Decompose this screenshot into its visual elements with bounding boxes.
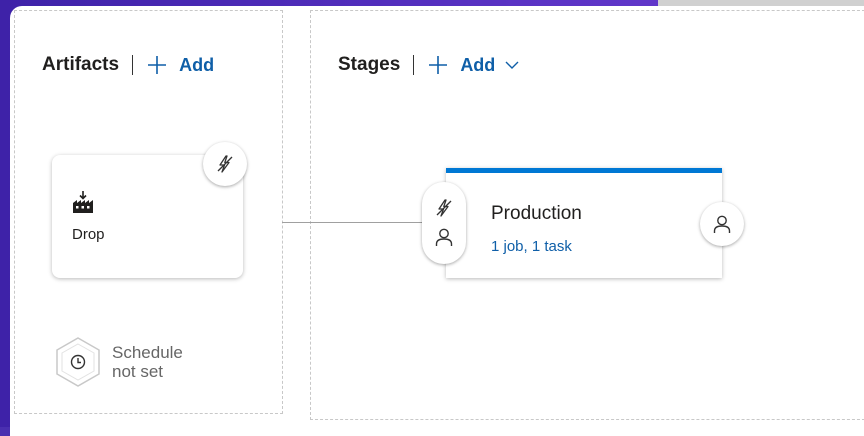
add-artifact-label: Add bbox=[179, 54, 215, 75]
pre-deployment-trigger-button[interactable] bbox=[433, 197, 455, 219]
schedule-label: Schedule not set bbox=[112, 343, 183, 381]
schedule-trigger[interactable]: Schedule not set bbox=[54, 336, 183, 388]
chevron-down-icon[interactable] bbox=[505, 60, 519, 70]
continuous-deployment-trigger-button[interactable] bbox=[203, 142, 247, 186]
lightning-icon bbox=[217, 155, 233, 173]
plus-icon bbox=[429, 56, 448, 74]
lightning-icon bbox=[436, 199, 452, 217]
add-stage-label: Add bbox=[460, 54, 496, 75]
schedule-label-line2: not set bbox=[112, 362, 164, 381]
header-divider bbox=[413, 55, 415, 75]
schedule-label-line1: Schedule bbox=[112, 343, 183, 362]
stage-name[interactable]: Production bbox=[491, 203, 582, 225]
pipeline-connector bbox=[282, 222, 430, 223]
stages-header: Stages Add bbox=[338, 52, 519, 78]
stage-card-production[interactable]: Production 1 job, 1 task bbox=[446, 168, 722, 278]
artifact-name: Drop bbox=[72, 226, 105, 243]
post-deployment-approvers-button[interactable] bbox=[700, 202, 744, 246]
artifacts-header: Artifacts Add bbox=[42, 52, 214, 78]
header-divider bbox=[132, 55, 134, 75]
add-stage-button[interactable]: Add bbox=[428, 55, 519, 76]
build-artifact-icon bbox=[73, 191, 93, 213]
stages-title: Stages bbox=[338, 54, 401, 75]
add-artifact-button[interactable]: Add bbox=[147, 55, 214, 76]
person-icon bbox=[713, 215, 731, 233]
plus-icon bbox=[148, 56, 167, 74]
schedule-clock-icon[interactable] bbox=[54, 336, 102, 388]
stage-tasks-link[interactable]: 1 job, 1 task bbox=[491, 238, 572, 255]
artifacts-title: Artifacts bbox=[42, 54, 120, 75]
pre-deployment-conditions bbox=[422, 182, 466, 264]
pre-deployment-approvers-button[interactable] bbox=[433, 226, 455, 248]
person-icon bbox=[435, 228, 453, 246]
